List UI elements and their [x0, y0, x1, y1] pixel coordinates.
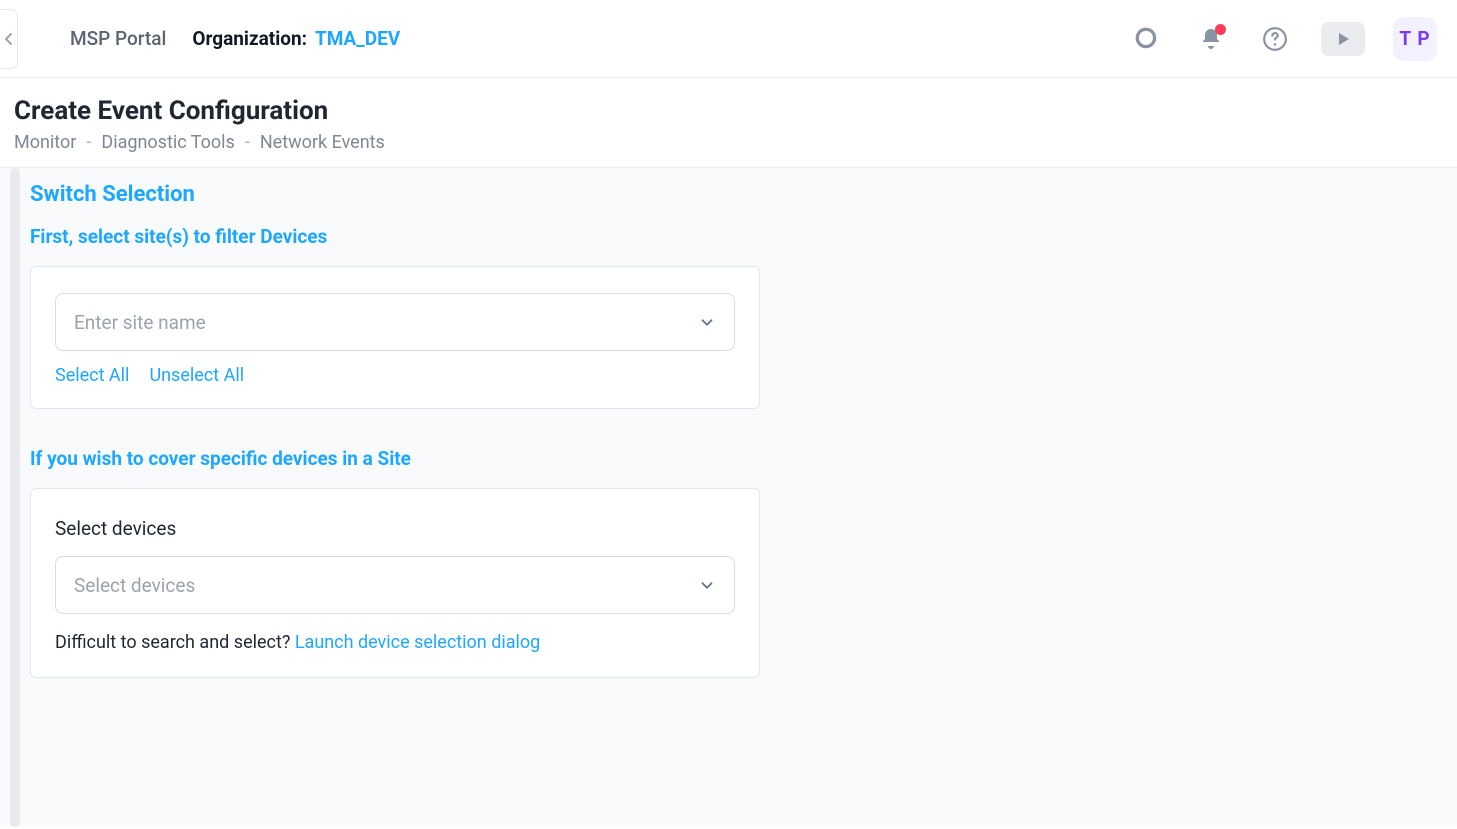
launch-device-dialog-link[interactable]: Launch device selection dialog	[295, 632, 540, 653]
site-filter-panel: Enter site name Select All Unselect All	[30, 266, 760, 409]
device-select-placeholder: Select devices	[74, 574, 195, 597]
play-button[interactable]	[1321, 22, 1365, 56]
search-icon	[1134, 26, 1160, 52]
breadcrumb-item[interactable]: Diagnostic Tools	[101, 132, 234, 153]
breadcrumb-item[interactable]: Monitor	[14, 132, 76, 153]
user-avatar[interactable]: T P	[1393, 17, 1437, 61]
unselect-all-link[interactable]: Unselect All	[149, 365, 244, 386]
msp-portal-link[interactable]: MSP Portal	[70, 27, 166, 50]
play-icon	[1335, 31, 1351, 47]
breadcrumb-item[interactable]: Network Events	[260, 132, 385, 153]
chevron-down-icon	[698, 313, 716, 331]
chevron-down-icon	[698, 576, 716, 594]
site-select[interactable]: Enter site name	[55, 293, 735, 351]
scroll-track[interactable]	[10, 168, 20, 827]
page-header: Create Event Configuration Monitor - Dia…	[0, 78, 1457, 167]
device-helper-text: Difficult to search and select?	[55, 632, 295, 653]
switch-selection-section: Switch Selection First, select site(s) t…	[0, 168, 1457, 718]
device-helper-line: Difficult to search and select? Launch d…	[55, 632, 735, 653]
device-filter-panel: Select devices Select devices Difficult …	[30, 488, 760, 678]
topbar-right: T P	[1129, 17, 1437, 61]
search-button[interactable]	[1129, 21, 1165, 57]
select-all-link[interactable]: Select All	[55, 365, 129, 386]
chevron-left-icon	[4, 32, 14, 46]
content-area: Switch Selection First, select site(s) t…	[0, 167, 1457, 827]
notification-dot	[1215, 24, 1226, 35]
section-title: Switch Selection	[30, 182, 1427, 207]
help-icon	[1262, 26, 1288, 52]
breadcrumb-separator: -	[86, 132, 91, 153]
help-button[interactable]	[1257, 21, 1293, 57]
device-field-label: Select devices	[55, 517, 735, 540]
site-select-placeholder: Enter site name	[74, 311, 206, 334]
device-select[interactable]: Select devices	[55, 556, 735, 614]
topbar-left: MSP Portal Organization: TMA_DEV	[0, 9, 400, 69]
page-title: Create Event Configuration	[14, 96, 1457, 126]
breadcrumb-separator: -	[245, 132, 250, 153]
organization-name[interactable]: TMA_DEV	[315, 27, 400, 50]
organization-label: Organization:	[192, 27, 307, 50]
site-select-actions: Select All Unselect All	[55, 365, 735, 386]
topbar: MSP Portal Organization: TMA_DEV T P	[0, 0, 1457, 78]
notifications-button[interactable]	[1193, 21, 1229, 57]
breadcrumb: Monitor - Diagnostic Tools - Network Eve…	[14, 132, 1457, 153]
site-filter-label: First, select site(s) to filter Devices	[30, 225, 1427, 248]
collapse-sidebar-button[interactable]	[0, 9, 18, 69]
device-filter-label: If you wish to cover specific devices in…	[30, 447, 1427, 470]
